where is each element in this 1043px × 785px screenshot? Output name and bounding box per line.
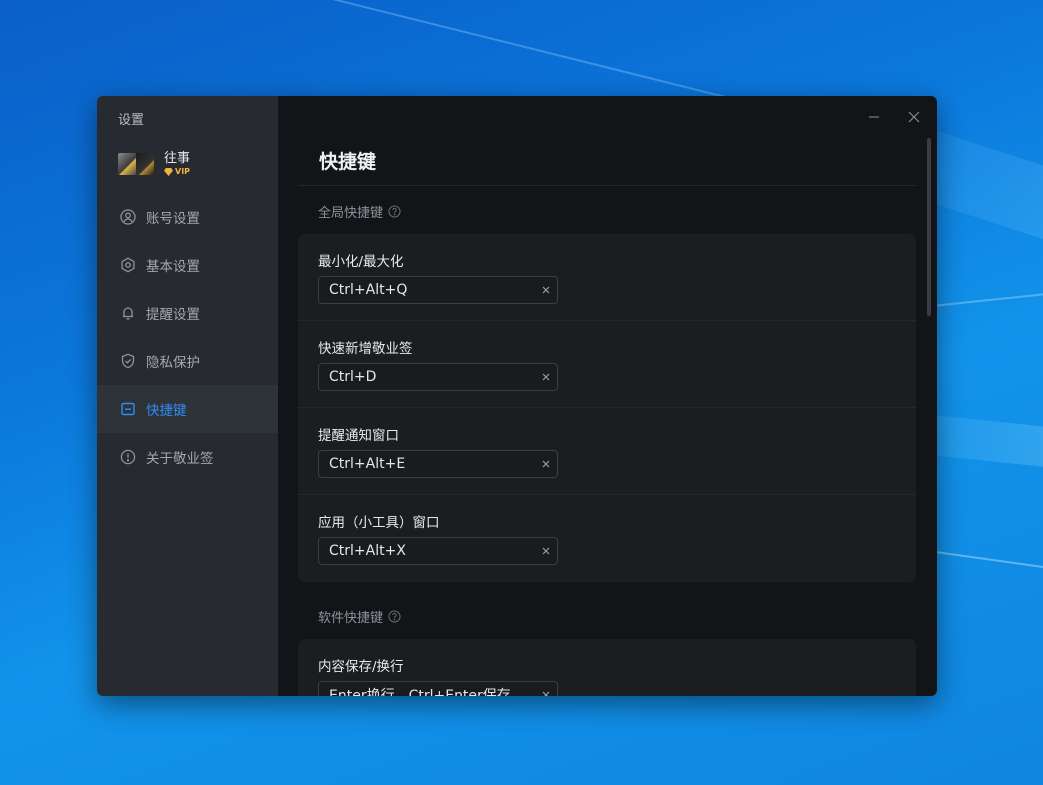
user-profile[interactable]: 往事 VIP [118,151,190,177]
sidebar-item-basic[interactable]: 基本设置 [97,241,278,289]
sidebar-item-shortcuts[interactable]: 快捷键 [97,385,278,433]
shortcut-row: 内容保存/换行 Enter换行，Ctrl+Enter保存 [298,639,916,696]
window-title: 设置 [118,113,145,128]
sidebar-item-label: 基本设置 [146,259,200,275]
avatar[interactable] [118,153,154,175]
shortcut-row: 提醒通知窗口 Ctrl+Alt+E [298,408,916,495]
sidebar-item-privacy[interactable]: 隐私保护 [97,337,278,385]
shortcut-value: Ctrl+Alt+X [329,543,406,559]
user-name: 往事 [164,151,191,166]
shortcut-input[interactable]: Enter换行，Ctrl+Enter保存 [318,681,558,696]
sidebar-item-about[interactable]: 关于敬业签 [97,433,278,481]
diamond-icon [164,167,173,176]
sidebar: 设置 往事 VIP 账号设置 基本设置 提醒设置 隐私保护 快捷键 关于敬业签 [97,96,278,696]
divider [298,185,917,186]
shortcut-card-global: 最小化/最大化 Ctrl+Alt+Q 快速新增敬业签 Ctrl+D 提醒通知窗口… [298,234,916,582]
close-button[interactable] [905,108,923,126]
settings-window: 设置 往事 VIP 账号设置 基本设置 提醒设置 隐私保护 快捷键 关于敬业签 … [97,96,937,696]
shortcut-input[interactable]: Ctrl+Alt+X [318,537,558,565]
help-icon[interactable] [388,205,401,218]
clear-icon[interactable] [535,373,557,381]
shortcut-label: 提醒通知窗口 [318,428,399,444]
minimize-icon [869,116,879,118]
shield-icon [120,353,136,369]
shortcut-card-software: 内容保存/换行 Enter换行，Ctrl+Enter保存 [298,639,916,696]
sidebar-item-label: 账号设置 [146,211,200,227]
clear-icon[interactable] [535,286,557,294]
help-icon[interactable] [388,610,401,623]
window-controls [865,108,923,126]
shortcut-input[interactable]: Ctrl+D [318,363,558,391]
shortcut-value: Ctrl+Alt+Q [329,282,408,298]
shortcut-label: 最小化/最大化 [318,254,404,270]
section-label-software: 软件快捷键 [318,607,401,626]
section-label-text: 软件快捷键 [318,611,384,626]
shortcut-value: Ctrl+D [329,369,377,385]
sidebar-item-account[interactable]: 账号设置 [97,193,278,241]
shortcut-input[interactable]: Ctrl+Alt+Q [318,276,558,304]
shortcut-row: 应用（小工具）窗口 Ctrl+Alt+X [298,495,916,582]
clear-icon[interactable] [535,691,557,696]
sidebar-item-label: 提醒设置 [146,307,200,323]
shortcut-value: Enter换行，Ctrl+Enter保存 [329,688,511,696]
sidebar-item-label: 隐私保护 [146,355,200,371]
shortcut-row: 最小化/最大化 Ctrl+Alt+Q [298,234,916,321]
bell-icon [120,305,136,321]
sidebar-item-reminder[interactable]: 提醒设置 [97,289,278,337]
sidebar-item-label: 关于敬业签 [146,451,214,467]
clear-icon[interactable] [535,547,557,555]
shortcut-label: 内容保存/换行 [318,659,404,675]
clear-icon[interactable] [535,460,557,468]
page-title: 快捷键 [319,151,377,173]
sidebar-nav: 账号设置 基本设置 提醒设置 隐私保护 快捷键 关于敬业签 [97,193,278,481]
section-label-text: 全局快捷键 [318,206,384,221]
section-label-global: 全局快捷键 [318,202,401,221]
gear-icon [120,257,136,273]
close-icon [908,111,920,123]
user-icon [120,209,136,225]
sidebar-item-label: 快捷键 [146,403,187,419]
main-panel: 快捷键 全局快捷键 最小化/最大化 Ctrl+Alt+Q 快速新增敬业签 Ctr… [278,96,937,696]
scrollbar[interactable] [927,138,931,316]
info-icon [120,449,136,465]
shortcut-row: 快速新增敬业签 Ctrl+D [298,321,916,408]
shortcut-label: 应用（小工具）窗口 [318,515,440,531]
vip-badge-label: VIP [175,167,191,176]
keyboard-icon [120,401,136,417]
shortcut-label: 快速新增敬业签 [318,341,413,357]
shortcut-input[interactable]: Ctrl+Alt+E [318,450,558,478]
vip-badge: VIP [164,166,190,177]
shortcut-value: Ctrl+Alt+E [329,456,406,472]
minimize-button[interactable] [865,108,883,126]
